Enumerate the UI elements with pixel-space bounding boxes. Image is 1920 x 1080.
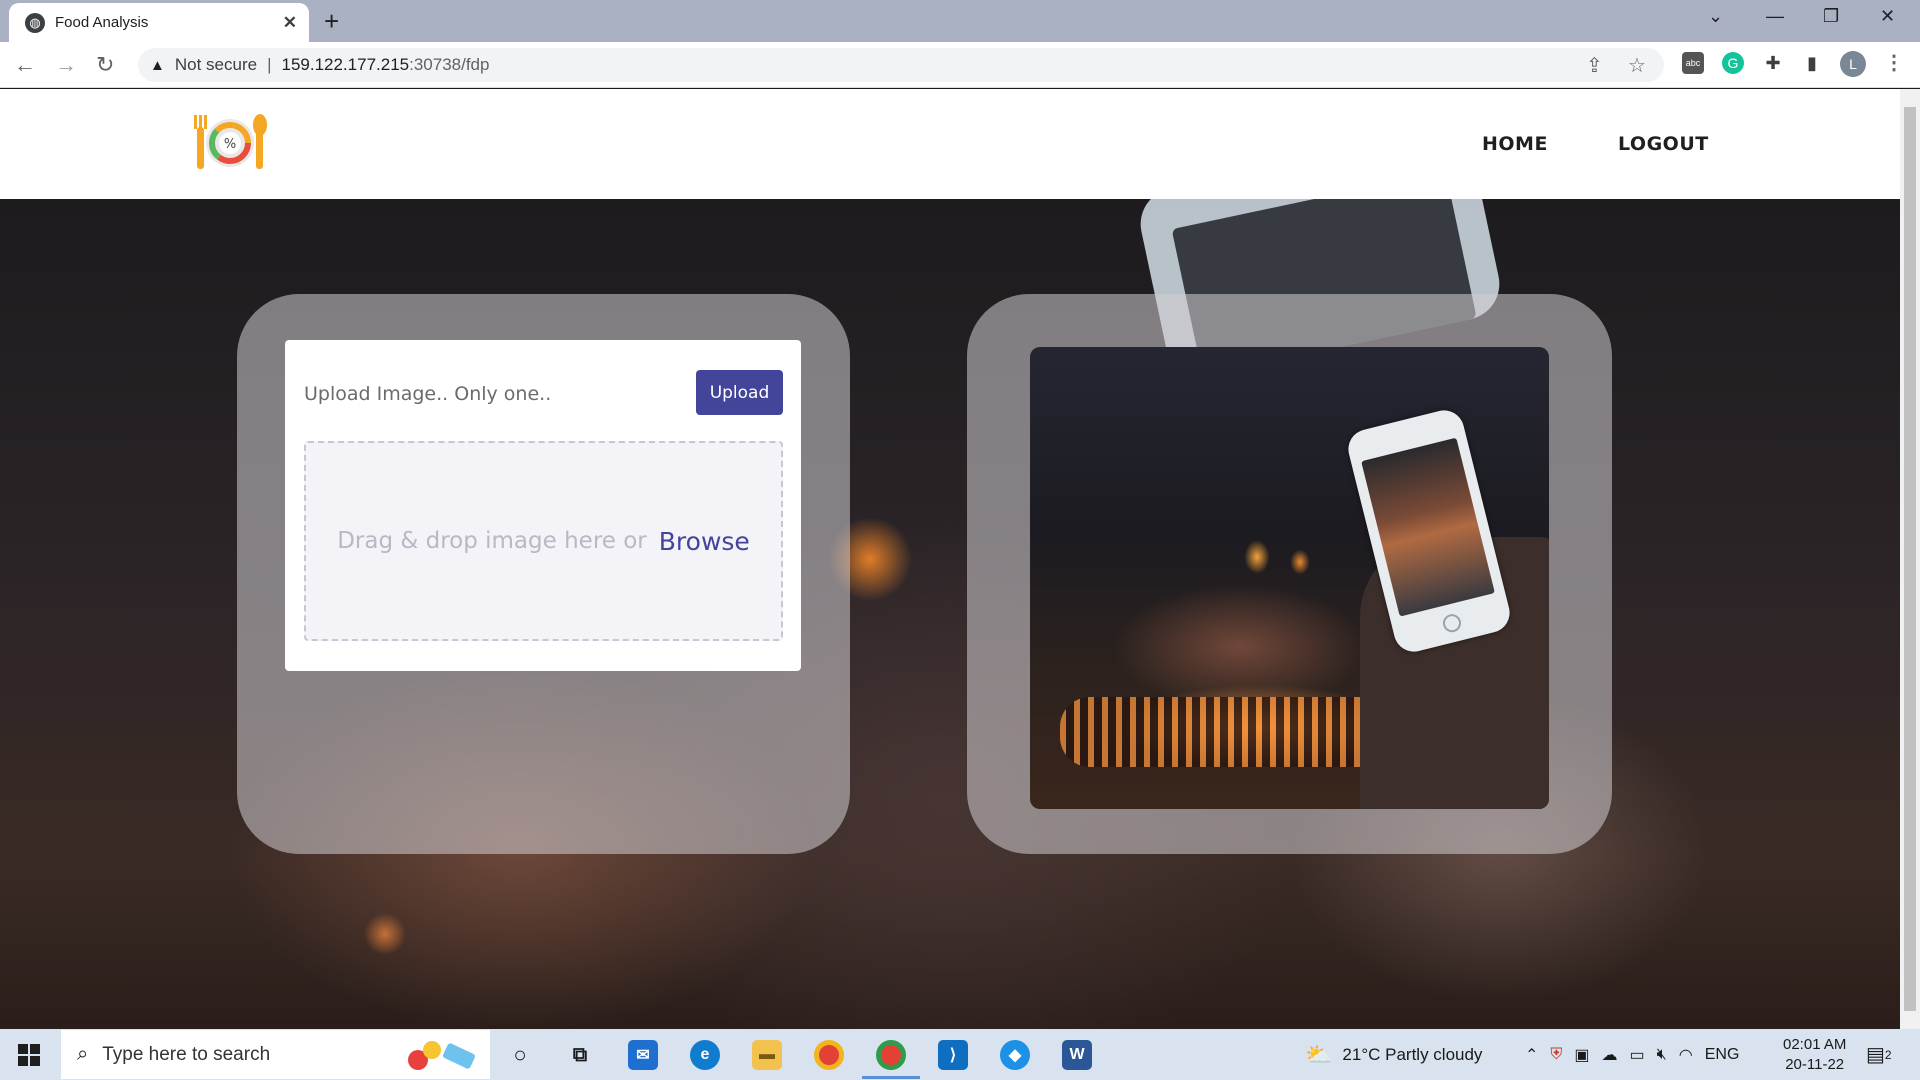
dropzone-text: Drag & drop image here or [337,528,647,554]
active-app-indicator [862,1076,920,1079]
tab-search-chevron-icon[interactable]: ⌄ [1708,6,1723,27]
grammarly-icon[interactable]: G [1722,52,1744,74]
browse-link[interactable]: Browse [659,527,750,556]
url-host: 159.122.177.215 [281,55,410,74]
show-hidden-icons-icon[interactable]: ⌃ [1525,1045,1538,1065]
image-dropzone[interactable]: Drag & drop image here or Browse [304,441,783,641]
reload-icon[interactable]: ↻ [96,52,114,78]
security-label[interactable]: Not secure [175,55,257,75]
clock-time: 02:01 AM [1783,1036,1847,1053]
browser-toolbar: ← → ↻ ▲ Not secure | 159.122.177.215:307… [0,42,1920,88]
task-view-icon[interactable]: ⧉ [565,1040,595,1070]
close-tab-icon[interactable]: ✕ [283,13,297,33]
upload-button[interactable]: Upload [696,370,783,415]
forward-icon[interactable]: → [55,52,77,78]
language-indicator[interactable]: ENG [1705,1046,1740,1064]
windows-taskbar: ⌕ Type here to search ○ ⧉ ✉ e ▬ ⟩ ◆ W ⛅ … [0,1029,1920,1080]
svg-text:%: % [224,137,236,152]
docker-icon[interactable]: ◆ [1000,1040,1030,1070]
meet-now-icon[interactable]: ▣ [1574,1045,1589,1065]
globe-icon: ◍ [25,12,45,33]
vscode-icon[interactable]: ⟩ [938,1040,968,1070]
search-highlight-icon [408,1041,475,1070]
scrollbar-thumb[interactable] [1904,107,1916,1011]
weather-text: 21°C Partly cloudy [1342,1044,1483,1064]
battery-icon[interactable]: ▭ [1630,1045,1645,1065]
phone-home-button [1441,612,1463,635]
partly-cloudy-icon: ⛅ [1305,1041,1333,1067]
onedrive-icon[interactable]: ☁ [1602,1045,1618,1065]
mail-icon[interactable]: ✉ [628,1040,658,1070]
system-tray: ⌃ ⛨ ▣ ☁ ▭ 🔇︎ ◠ ENG [1525,1029,1739,1080]
wifi-icon[interactable]: ◠ [1679,1045,1693,1065]
extension-abc-icon[interactable]: abc [1682,52,1704,74]
volume-muted-icon[interactable]: 🔇︎ [1657,1046,1667,1064]
clock-date: 20-11-22 [1785,1056,1845,1073]
side-panel-icon[interactable]: ▮ [1801,52,1823,74]
browser-menu-icon[interactable]: ⋮ [1884,50,1904,75]
url-path: :30738/fdp [409,55,490,74]
address-separator: | [267,55,272,74]
cortana-icon[interactable]: ○ [505,1040,535,1070]
restore-icon[interactable]: ❐ [1823,6,1839,27]
nav-home-link[interactable]: HOME [1482,133,1548,155]
upload-card: Upload Image.. Only one.. Upload Drag & … [285,340,801,671]
upload-title: Upload Image.. Only one.. [304,383,552,405]
antivirus-icon[interactable]: ⛨ [1550,1046,1562,1064]
edge-icon[interactable]: e [690,1040,720,1070]
site-header: % HOME LOGOUT [0,89,1900,199]
minimize-icon[interactable]: — [1766,6,1784,27]
share-icon[interactable]: ⇪ [1586,53,1603,78]
profile-avatar[interactable]: L [1840,51,1866,77]
close-window-icon[interactable]: ✕ [1880,6,1895,27]
extensions-puzzle-icon[interactable]: ✚ [1762,52,1784,74]
food-logo[interactable]: % [190,111,270,173]
taskbar-search-box[interactable]: ⌕ Type here to search [61,1030,490,1079]
browser-tabbar: ◍ Food Analysis ✕ + ⌄ — ❐ ✕ [0,0,1920,42]
windows-start-icon[interactable] [18,1044,40,1066]
address-bar[interactable]: ▲ Not secure | 159.122.177.215:30738/fdp… [138,48,1664,82]
taskbar-clock[interactable]: 02:01 AM 20-11-22 [1783,1035,1846,1075]
chrome-profile-icon[interactable] [876,1040,906,1070]
warning-icon[interactable]: ▲ [150,57,165,74]
food-preview-image [1030,347,1549,809]
weather-widget[interactable]: ⛅ 21°C Partly cloudy [1305,1029,1482,1080]
taskbar-search-placeholder: Type here to search [102,1043,271,1065]
new-tab-button[interactable]: + [324,6,339,37]
search-icon: ⌕ [77,1043,89,1065]
notification-center-icon[interactable]: ▤ 2 [1866,1029,1892,1080]
word-icon[interactable]: W [1062,1040,1092,1070]
file-explorer-icon[interactable]: ▬ [752,1040,782,1070]
nav-logout-link[interactable]: LOGOUT [1618,133,1709,155]
browser-tab-active[interactable]: ◍ Food Analysis ✕ [9,3,309,42]
tab-title: Food Analysis [55,14,149,31]
page-scrollbar[interactable] [1900,89,1920,1029]
back-icon[interactable]: ← [14,52,36,78]
bookmark-star-icon[interactable]: ☆ [1628,53,1646,78]
notification-count: 2 [1884,1047,1892,1062]
chrome-icon[interactable] [814,1040,844,1070]
